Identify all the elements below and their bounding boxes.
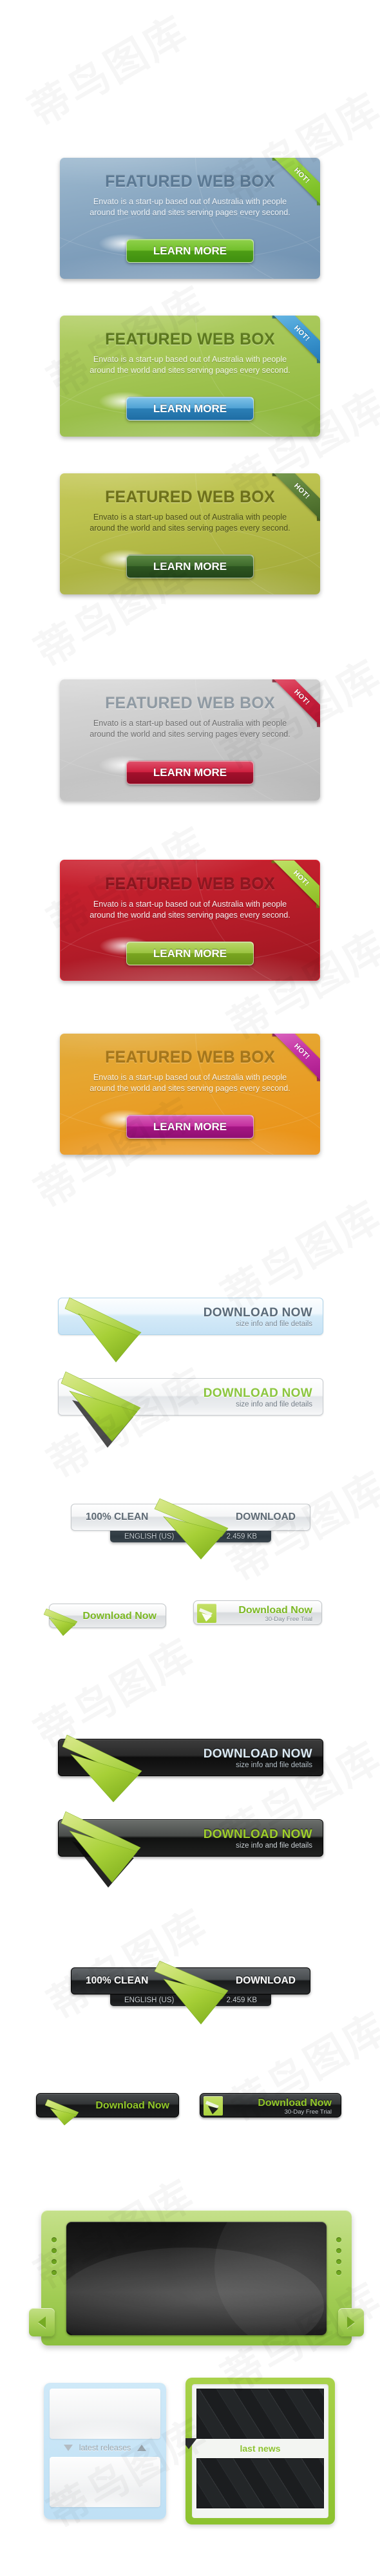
page-title: FEATURED WEB BOX [105, 330, 275, 348]
download-title: DOWNLOAD NOW [203, 1306, 312, 1320]
thumbnail [50, 2389, 160, 2439]
panel-caption-label: last news [240, 2443, 281, 2454]
arrow-right-icon [347, 2316, 355, 2328]
download-subtitle: size info and file details [236, 1842, 312, 1850]
panel-caption[interactable]: latest releases [50, 2439, 160, 2457]
page-title: FEATURED WEB BOX [105, 1048, 275, 1066]
download-button-light-blue[interactable]: DOWNLOAD NOW size info and file details [58, 1297, 323, 1363]
download-arrow-icon [204, 2096, 223, 2116]
download-title: Download Now [238, 1605, 312, 1616]
featured-web-box-green[interactable]: HOT! FEATURED WEB BOX Envato is a start-… [60, 316, 320, 437]
button-surface[interactable]: Download Now 30-Day Free Trial [193, 1600, 322, 1625]
thumbnail [196, 2389, 324, 2439]
featured-web-box-orange[interactable]: HOT! FEATURED WEB BOX Envato is a start-… [60, 1034, 320, 1155]
download-title: DOWNLOAD NOW [203, 1828, 312, 1841]
featured-web-box-olive[interactable]: HOT! FEATURED WEB BOX Envato is a start-… [60, 473, 320, 594]
filesize-label: 2.459 KB [226, 1996, 257, 2004]
download-button-dark[interactable]: DOWNLOAD NOW size info and file details [58, 1734, 323, 1803]
download-title: DOWNLOAD NOW [203, 1747, 312, 1761]
download-label-group: DOWNLOAD NOW size info and file details [204, 1828, 312, 1850]
download-subtitle: size info and file details [236, 1761, 312, 1769]
download-subtitle: 30-Day Free Trial [265, 1616, 312, 1623]
button-surface[interactable]: Download Now [49, 1604, 166, 1628]
learn-more-button[interactable]: LEARN MORE [126, 1115, 254, 1139]
page-title: FEATURED WEB BOX [105, 173, 275, 191]
language-label: ENGLISH (US) [124, 1996, 175, 2004]
prev-button[interactable] [29, 2308, 55, 2336]
language-label: ENGLISH (US) [124, 1533, 175, 1540]
arrow-left-icon [38, 2316, 46, 2328]
triangle-down-icon[interactable] [63, 2445, 73, 2451]
button-surface[interactable]: 100% CLEAN DOWNLOAD [71, 1967, 310, 1994]
download-split-light[interactable]: ENGLISH (US) 2.459 KB 100% CLEAN DOWNLOA… [71, 1498, 310, 1560]
learn-more-button[interactable]: LEARN MORE [126, 761, 254, 784]
download-subtitle: size info and file details [236, 1401, 312, 1408]
download-label-group: DOWNLOAD NOW size info and file details [204, 1387, 312, 1409]
download-title: Download Now [258, 2098, 332, 2108]
panel-inner: last news [192, 2384, 328, 2518]
download-subtitle: size info and file details [236, 1320, 312, 1328]
download-label: DOWNLOAD [236, 1511, 296, 1522]
download-title: Download Now [95, 2100, 169, 2111]
panel-caption-label: latest releases [79, 2443, 131, 2452]
next-button[interactable] [338, 2308, 364, 2336]
latest-releases-panel[interactable]: latest releases [44, 2383, 166, 2519]
button-surface[interactable]: Download Now 30-Day Free Trial [200, 2093, 341, 2117]
button-surface[interactable]: DOWNLOAD NOW size info and file details [58, 1739, 323, 1776]
download-label: DOWNLOAD [236, 1975, 296, 1986]
page-title: FEATURED WEB BOX [105, 488, 275, 506]
box-description: Envato is a start-up based out of Austra… [90, 513, 290, 533]
thumbnail [50, 2457, 160, 2507]
pill-label-group: Download Now 30-Day Free Trial [238, 1605, 312, 1623]
download-label-group: DOWNLOAD NOW size info and file details [204, 1747, 312, 1770]
download-button-dark-green[interactable]: DOWNLOAD NOW size info and file details [58, 1811, 323, 1888]
featured-web-box-red[interactable]: HOT! FEATURED WEB BOX Envato is a start-… [60, 860, 320, 981]
media-slider-frame[interactable] [29, 2210, 364, 2345]
filesize-label: 2.459 KB [226, 1533, 257, 1540]
box-description: Envato is a start-up based out of Austra… [90, 1073, 290, 1093]
media-screen [66, 2222, 327, 2335]
learn-more-button[interactable]: LEARN MORE [126, 239, 254, 263]
button-surface[interactable]: DOWNLOAD NOW size info and file details [58, 1298, 323, 1335]
download-label-group: DOWNLOAD NOW size info and file details [204, 1306, 312, 1329]
box-description: Envato is a start-up based out of Austra… [90, 900, 290, 920]
led-dots-right [336, 2237, 341, 2275]
download-title: Download Now [82, 1611, 157, 1622]
button-surface[interactable]: DOWNLOAD NOW size info and file details [58, 1378, 323, 1416]
button-surface[interactable]: 100% CLEAN DOWNLOAD [71, 1504, 310, 1531]
download-title: DOWNLOAD NOW [203, 1387, 312, 1400]
download-arrow-icon [197, 1604, 216, 1623]
download-split-dark[interactable]: ENGLISH (US) 2.459 KB 100% CLEAN DOWNLOA… [71, 1960, 310, 2025]
page-title: FEATURED WEB BOX [105, 875, 275, 893]
triangle-up-icon[interactable] [137, 2445, 147, 2451]
download-pill-dark-a[interactable]: Download Now [36, 2093, 179, 2126]
page-title: FEATURED WEB BOX [105, 694, 275, 712]
download-pill-silver-a[interactable]: Download Now [43, 1604, 166, 1636]
download-button-silver[interactable]: DOWNLOAD NOW size info and file details [58, 1371, 323, 1448]
download-pill-dark-b[interactable]: Download Now 30-Day Free Trial [200, 2093, 341, 2117]
led-dots-left [52, 2237, 57, 2275]
featured-web-box-blue[interactable]: HOT! FEATURED WEB BOX Envato is a start-… [60, 158, 320, 279]
last-news-panel[interactable]: last news [185, 2378, 335, 2524]
learn-more-button[interactable]: LEARN MORE [126, 554, 254, 578]
button-surface[interactable]: DOWNLOAD NOW size info and file details [58, 1819, 323, 1857]
triangle-down-icon [185, 2438, 197, 2449]
thumbnail [196, 2458, 324, 2508]
pill-label-group: Download Now [82, 1611, 157, 1622]
box-description: Envato is a start-up based out of Austra… [90, 355, 290, 375]
learn-more-button[interactable]: LEARN MORE [126, 942, 254, 965]
box-description: Envato is a start-up based out of Austra… [90, 197, 290, 217]
box-description: Envato is a start-up based out of Austra… [90, 719, 290, 739]
learn-more-button[interactable]: LEARN MORE [126, 397, 254, 421]
download-subtitle: 30-Day Free Trial [284, 2108, 332, 2116]
pill-label-group: Download Now 30-Day Free Trial [258, 2098, 332, 2116]
design-showcase-page: HOT! FEATURED WEB BOX Envato is a start-… [0, 0, 380, 2576]
download-pill-silver-b[interactable]: Download Now 30-Day Free Trial [193, 1600, 322, 1625]
clean-label: 100% CLEAN [86, 1975, 149, 1986]
button-surface[interactable]: Download Now [36, 2093, 179, 2117]
pill-label-group: Download Now [95, 2100, 169, 2111]
featured-web-box-gray[interactable]: HOT! FEATURED WEB BOX Envato is a start-… [60, 679, 320, 800]
clean-label: 100% CLEAN [86, 1511, 149, 1522]
